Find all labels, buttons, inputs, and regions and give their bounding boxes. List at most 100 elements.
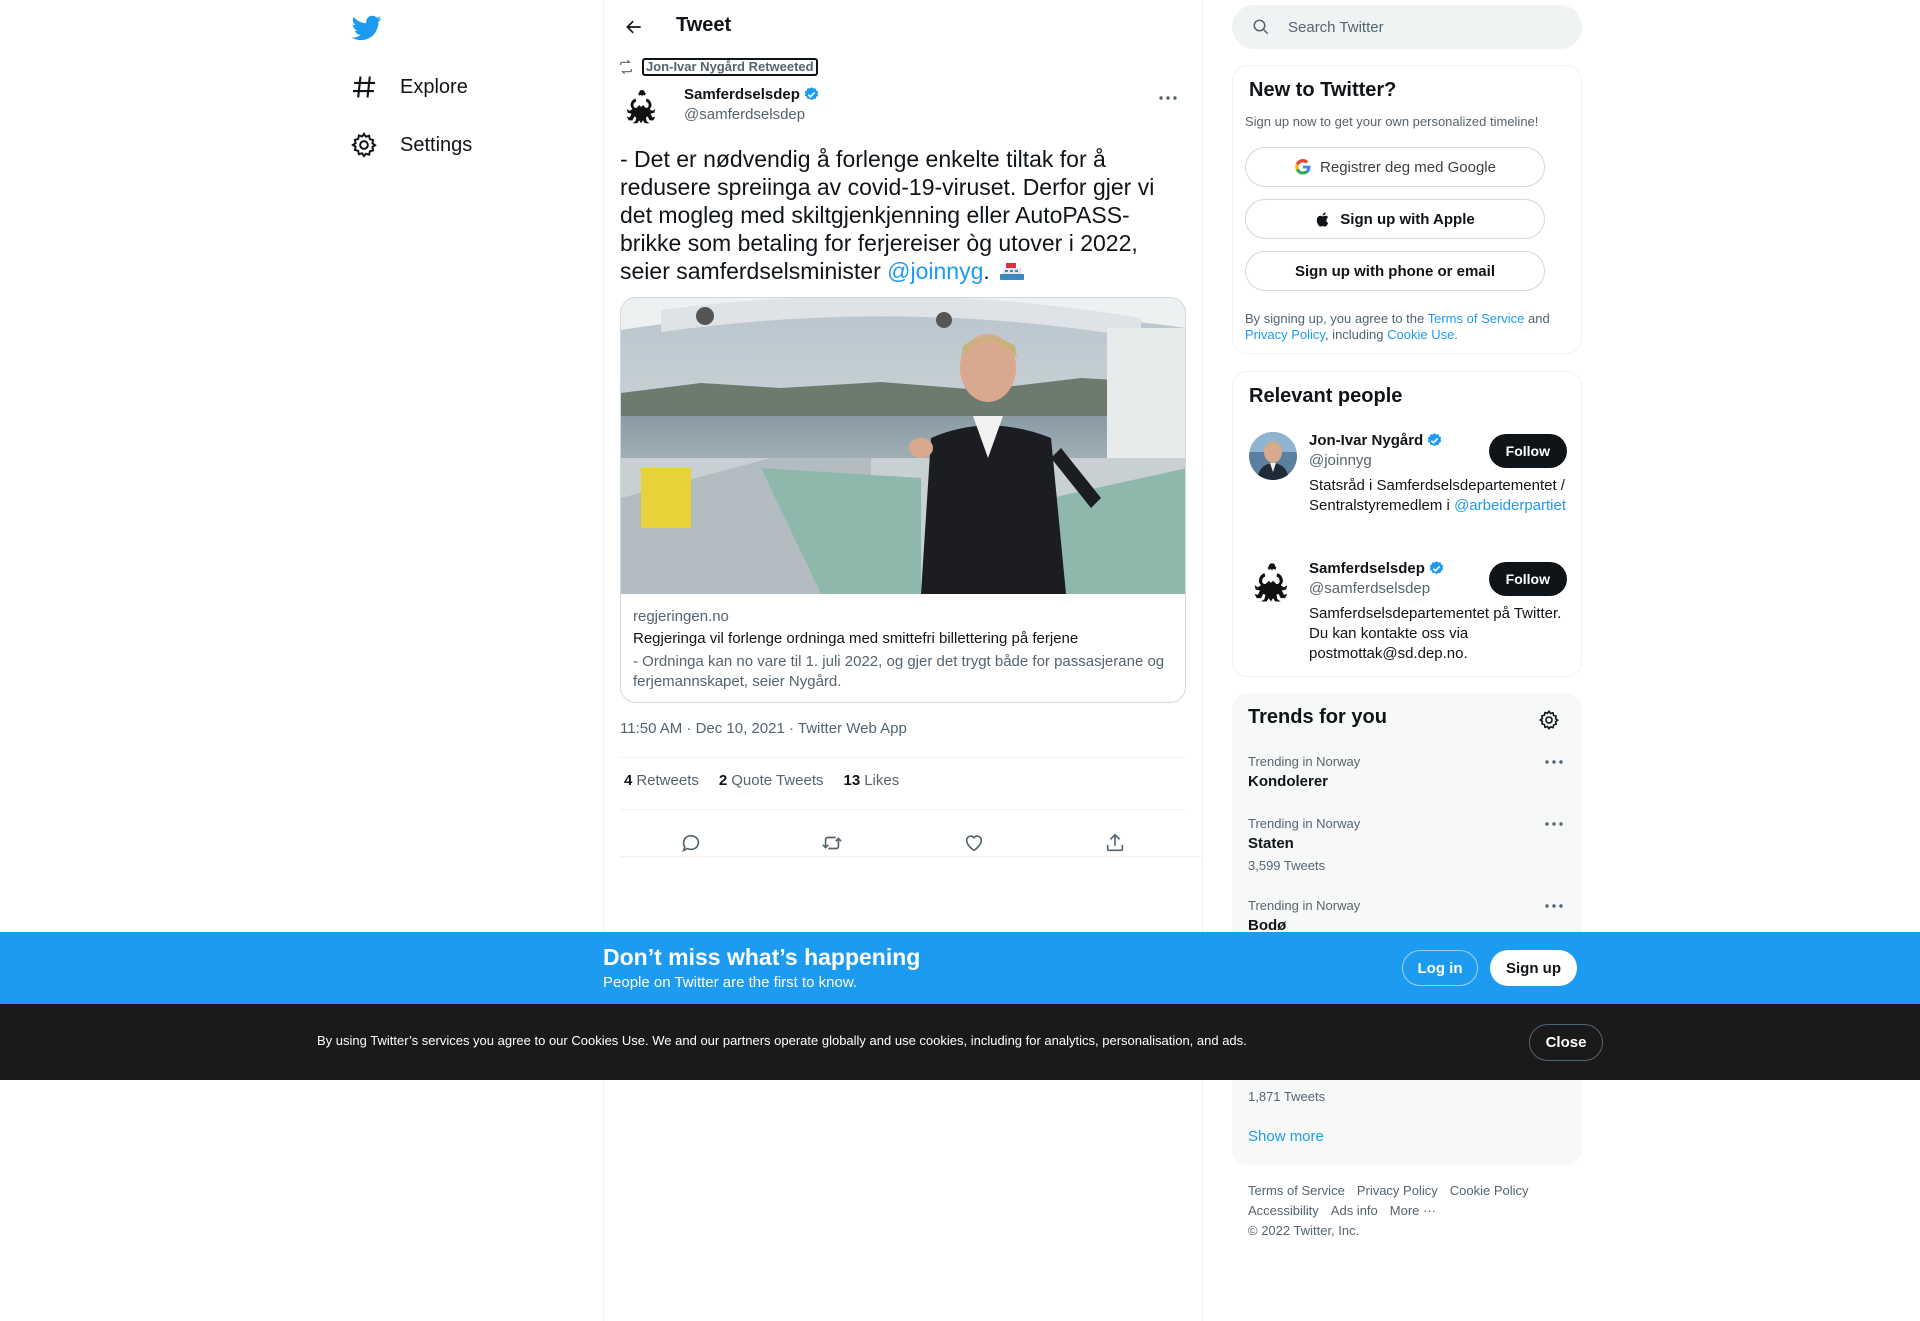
footer-link-accessibility[interactable]: Accessibility (1248, 1203, 1319, 1218)
cookie-banner: By using Twitter’s services you agree to… (0, 1004, 1920, 1080)
search-box[interactable] (1232, 5, 1582, 49)
trend-more-button[interactable] (1542, 816, 1566, 836)
link-card-image (621, 298, 1185, 594)
quote-tweets-stat[interactable]: 2 Quote Tweets (719, 772, 824, 789)
author-handle[interactable]: @samferdselsdep (684, 106, 805, 123)
signup-banner-title: Don’t miss what’s happening (603, 944, 921, 970)
likes-count: 13 (843, 772, 861, 789)
gear-icon (1538, 709, 1560, 731)
tweet-mention-link[interactable]: @joinnyg (887, 258, 983, 284)
tweet-actions (620, 818, 1186, 868)
footer-link-privacy[interactable]: Privacy Policy (1357, 1183, 1438, 1198)
verified-badge-icon (1429, 561, 1444, 575)
share-button[interactable] (1098, 826, 1132, 860)
more-dots-icon (1545, 760, 1563, 764)
signup-button[interactable]: Sign up (1490, 950, 1577, 986)
tweet-text-end: . (983, 258, 990, 284)
reply-icon (682, 834, 699, 852)
link-card-domain: regjeringen.no (633, 608, 729, 625)
trend-item[interactable]: Trending in Norway Kondolerer (1248, 754, 1566, 790)
lion-crest-icon (1254, 563, 1288, 602)
tweet-text: - Det er nødvendig å forlenge enkelte ti… (620, 145, 1180, 285)
verified-badge-icon (804, 87, 819, 101)
footer-links: Terms of Service Privacy Policy Cookie Pol… (1248, 1181, 1578, 1241)
search-input[interactable] (1288, 5, 1568, 49)
new-to-twitter-title: New to Twitter? (1249, 79, 1397, 101)
link-card[interactable]: regjeringen.no Regjeringa vil forlenge o… (620, 297, 1186, 703)
likes-stat[interactable]: 13 Likes (844, 772, 900, 789)
footer-link-cookie-policy[interactable]: Cookie Policy (1450, 1183, 1529, 1198)
trends-settings-button[interactable] (1538, 709, 1560, 731)
link-card-description: - Ordninga kan no vare til 1. juli 2022,… (633, 653, 1165, 690)
likes-label: Likes (864, 772, 900, 789)
divider (620, 809, 1186, 810)
retweeted-by-link[interactable]: Jon-Ivar Nygård Retweeted (642, 58, 818, 76)
login-button[interactable]: Log in (1402, 950, 1478, 986)
person-name[interactable]: Samferdselsdep (1309, 560, 1445, 577)
retweet-button[interactable] (815, 826, 849, 860)
nav-label-explore: Explore (400, 75, 468, 98)
footer-link-more[interactable]: More ··· (1390, 1203, 1436, 1218)
like-button[interactable] (957, 826, 991, 860)
link-card-title: Regjeringa vil forlenge ordninga med smi… (633, 630, 1079, 647)
privacy-policy-link[interactable]: Privacy Policy (1245, 327, 1325, 342)
twitter-logo-icon[interactable] (350, 12, 384, 42)
phone-email-signup-label: Sign up with phone or email (1294, 262, 1495, 280)
trend-more-button[interactable] (1542, 754, 1566, 774)
google-icon (1295, 159, 1311, 175)
author-name[interactable]: Samferdselsdep (684, 86, 820, 103)
gear-icon (350, 131, 378, 159)
follow-button[interactable]: Follow (1488, 562, 1567, 596)
tweet-timestamp[interactable]: 11:50 AM · Dec 10, 2021 · Twitter Web Ap… (620, 720, 907, 737)
show-more-link[interactable]: Show more (1248, 1128, 1324, 1145)
copyright: © 2022 Twitter, Inc. (1248, 1223, 1360, 1238)
cookie-use-link[interactable]: Cookie Use. (1387, 327, 1458, 342)
hashtag-icon (350, 73, 378, 101)
trend-item[interactable]: Trending in Norway Bodø (1248, 898, 1566, 934)
google-signup-button[interactable]: Registrer deg med Google (1245, 147, 1545, 187)
trend-item[interactable]: Trending in Norway Staten 3,599 Tweets (1248, 816, 1566, 873)
tweet-more-button[interactable] (1156, 90, 1184, 110)
follow-button[interactable]: Follow (1488, 434, 1567, 468)
cookie-banner-text: By using Twitter’s services you agree to… (317, 1033, 1247, 1048)
trend-more-button[interactable] (1542, 898, 1566, 918)
trend-name: Staten (1248, 835, 1294, 852)
column-divider-right (1202, 0, 1203, 1321)
author-avatar[interactable] (618, 84, 666, 132)
reply-button[interactable] (674, 826, 708, 860)
person-handle: @joinnyg (1309, 452, 1372, 469)
share-icon (1107, 833, 1124, 852)
retweet-context: Jon-Ivar Nygård Retweeted (618, 58, 818, 76)
trend-context: Trending in Norway (1248, 816, 1361, 831)
person-bio: Statsråd i Samferdselsdepartementet / Se… (1309, 476, 1567, 516)
phone-email-signup-button[interactable]: Sign up with phone or email (1245, 251, 1545, 291)
relevant-people-panel: Relevant people Jon-Ivar Nygård @joinnyg… (1232, 371, 1582, 677)
trends-title: Trends for you (1248, 706, 1387, 728)
more-dots-icon (1545, 904, 1563, 908)
bio-mention-link[interactable]: @arbeiderpartiet (1454, 497, 1566, 514)
avatar[interactable] (1249, 432, 1297, 480)
tweet-author: Samferdselsdep @samferdselsdep (618, 84, 1188, 134)
retweets-stat[interactable]: 4 Retweets (624, 772, 699, 789)
terms-of-service-link[interactable]: Terms of Service (1428, 311, 1525, 326)
avatar[interactable] (1249, 560, 1297, 608)
back-button[interactable] (618, 11, 650, 43)
footer-link-ads-info[interactable]: Ads info (1331, 1203, 1378, 1218)
person-name[interactable]: Jon-Ivar Nygård (1309, 432, 1443, 449)
apple-signup-label: Sign up with Apple (1340, 210, 1475, 228)
nav-item-explore[interactable]: Explore (350, 67, 468, 107)
ship-emoji-icon (998, 260, 1026, 282)
signup-terms: By signing up, you agree to the Terms of… (1245, 311, 1565, 343)
person-bio: Samferdselsdepartementet på Twitter. Du … (1309, 605, 1562, 662)
person-handle: @samferdselsdep (1309, 580, 1431, 597)
nav-item-settings[interactable]: Settings (350, 125, 472, 165)
footer-link-terms[interactable]: Terms of Service (1248, 1183, 1345, 1198)
apple-signup-button[interactable]: Sign up with Apple (1245, 199, 1545, 239)
terms-text: By signing up, you agree to the (1245, 311, 1428, 326)
retweets-count: 4 (624, 772, 633, 789)
divider (620, 757, 1186, 758)
retweet-icon (822, 836, 843, 850)
trend-name: Kondolerer (1248, 773, 1329, 790)
cookie-close-button[interactable]: Close (1529, 1024, 1603, 1061)
heart-icon (965, 835, 982, 852)
